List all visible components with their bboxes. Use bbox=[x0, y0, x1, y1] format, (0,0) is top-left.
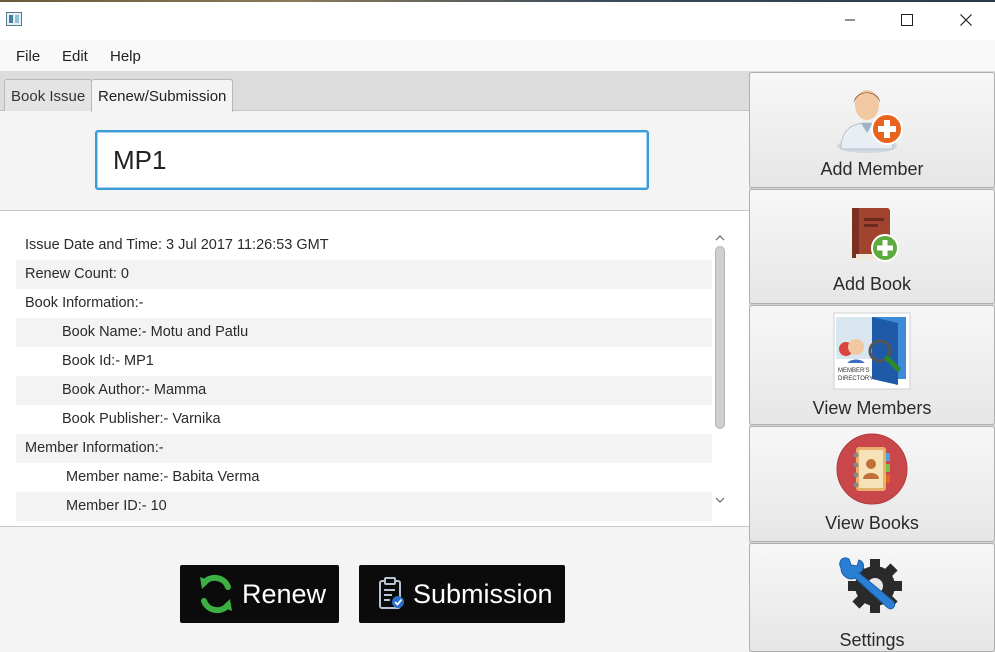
member-name-text: Member name:- Babita Verma bbox=[66, 469, 260, 485]
clipboard-check-icon bbox=[379, 577, 404, 609]
menu-edit[interactable]: Edit bbox=[62, 48, 88, 65]
tab-renew-submission[interactable]: Renew/Submission bbox=[91, 79, 234, 112]
member-directory-icon: MEMBER'S DIRECTORY bbox=[833, 312, 911, 390]
renew-button[interactable]: Renew bbox=[180, 565, 339, 623]
list-item[interactable]: Book Information:- bbox=[16, 289, 712, 318]
menu-file[interactable]: File bbox=[16, 48, 40, 65]
add-member-button[interactable]: Add Member bbox=[749, 72, 995, 188]
window-title-bar bbox=[0, 0, 995, 40]
issue-details-list: Issue Date and Time: 3 Jul 2017 11:26:53… bbox=[0, 210, 749, 527]
minimize-button[interactable] bbox=[827, 0, 873, 40]
list-item[interactable]: Book Name:- Motu and Patlu bbox=[16, 318, 712, 347]
renew-count-text: Renew Count: 0 bbox=[25, 266, 129, 282]
add-member-label: Add Member bbox=[820, 159, 924, 179]
sidebar: Add Member Add Book MEMBER'S DIRECTORY V… bbox=[749, 72, 995, 652]
minimize-icon bbox=[845, 19, 855, 21]
settings-gear-wrench-icon bbox=[839, 557, 902, 613]
member-info-heading: Member Information:- bbox=[25, 440, 164, 456]
book-name-text: Book Name:- Motu and Patlu bbox=[62, 324, 249, 340]
list-item[interactable]: Book Id:- MP1 bbox=[16, 347, 712, 376]
menu-bar: File Edit Help bbox=[0, 40, 995, 72]
list-scrollbar[interactable] bbox=[712, 231, 728, 507]
scroll-up-arrow[interactable] bbox=[712, 231, 728, 245]
maximize-button[interactable] bbox=[884, 0, 930, 40]
chevron-down-icon bbox=[715, 497, 725, 503]
book-id-text: Book Id:- MP1 bbox=[62, 353, 154, 369]
view-books-button[interactable]: View Books bbox=[749, 426, 995, 542]
add-book-button[interactable]: Add Book bbox=[749, 189, 995, 304]
list-item[interactable]: Book Publisher:- Varnika bbox=[16, 405, 712, 434]
details-list-body: Issue Date and Time: 3 Jul 2017 11:26:53… bbox=[16, 231, 712, 521]
list-item[interactable]: Member name:- Babita Verma bbox=[16, 463, 712, 492]
add-member-icon bbox=[837, 90, 903, 153]
submission-button-label: Submission bbox=[413, 578, 553, 609]
member-id-text: Member ID:- 10 bbox=[66, 498, 167, 514]
list-item[interactable]: Renew Count: 0 bbox=[16, 260, 712, 289]
close-button[interactable] bbox=[943, 0, 989, 40]
settings-button[interactable]: Settings bbox=[749, 543, 995, 652]
renew-icon bbox=[200, 574, 232, 614]
renew-button-label: Renew bbox=[242, 578, 327, 609]
directory-icon-text: MEMBER'S bbox=[838, 368, 869, 374]
tab-bar: Book Issue Renew/Submission bbox=[0, 72, 749, 112]
view-members-label: View Members bbox=[812, 398, 932, 418]
list-item[interactable]: Issue Date and Time: 3 Jul 2017 11:26:53… bbox=[16, 231, 712, 260]
menu-help[interactable]: Help bbox=[110, 48, 141, 65]
svg-text:DIRECTORY: DIRECTORY bbox=[838, 376, 873, 382]
book-info-heading: Book Information:- bbox=[25, 295, 144, 311]
list-item[interactable]: Member ID:- 10 bbox=[16, 492, 712, 521]
issue-date-text: Issue Date and Time: 3 Jul 2017 11:26:53… bbox=[25, 237, 329, 253]
book-publisher-text: Book Publisher:- Varnika bbox=[62, 411, 221, 427]
maximize-icon bbox=[901, 14, 913, 26]
list-item[interactable]: Book Author:- Mamma bbox=[16, 376, 712, 405]
scroll-thumb[interactable] bbox=[715, 246, 725, 429]
book-id-input[interactable] bbox=[95, 130, 649, 190]
book-author-text: Book Author:- Mamma bbox=[62, 382, 207, 398]
app-icon bbox=[6, 12, 22, 26]
submission-button[interactable]: Submission bbox=[359, 565, 565, 623]
chevron-up-icon bbox=[715, 235, 725, 241]
tab-book-issue[interactable]: Book Issue bbox=[4, 79, 93, 111]
address-book-icon bbox=[836, 433, 908, 505]
list-item[interactable]: Member Information:- bbox=[16, 434, 712, 463]
view-members-button[interactable]: MEMBER'S DIRECTORY View Members bbox=[749, 305, 995, 425]
add-book-label: Add Book bbox=[832, 274, 912, 294]
add-book-icon bbox=[852, 208, 899, 262]
scroll-down-arrow[interactable] bbox=[712, 493, 728, 507]
settings-label: Settings bbox=[839, 630, 905, 650]
view-books-label: View Books bbox=[825, 513, 919, 533]
close-icon bbox=[960, 14, 972, 26]
